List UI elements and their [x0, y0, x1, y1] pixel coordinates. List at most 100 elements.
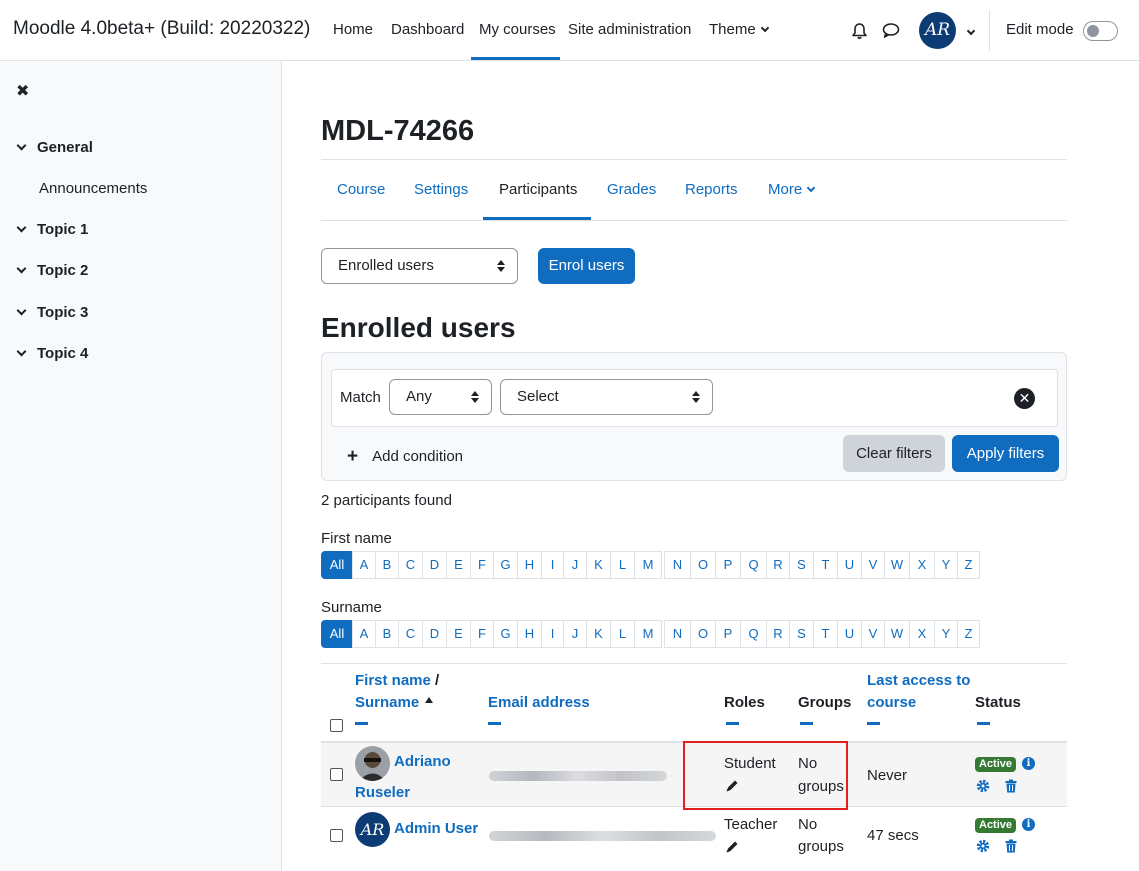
initial-letter-d[interactable]: D: [422, 551, 447, 579]
initial-letter-z[interactable]: Z: [957, 620, 980, 648]
initial-letter-k[interactable]: K: [586, 620, 611, 648]
tab-grades[interactable]: Grades: [607, 181, 656, 198]
select-all-checkbox[interactable]: [330, 719, 343, 732]
initial-all-button[interactable]: All: [321, 551, 353, 579]
row-select-checkbox[interactable]: [330, 768, 343, 781]
initial-letter-d[interactable]: D: [422, 620, 447, 648]
initial-letter-f[interactable]: F: [470, 551, 494, 579]
hide-column-icon[interactable]: [800, 722, 813, 725]
initial-letter-a[interactable]: A: [352, 551, 376, 579]
info-icon[interactable]: i: [1022, 818, 1035, 831]
initial-letter-g[interactable]: G: [493, 620, 518, 648]
initial-letter-z[interactable]: Z: [957, 551, 980, 579]
nav-dashboard[interactable]: Dashboard: [391, 21, 464, 38]
initial-letter-a[interactable]: A: [352, 620, 376, 648]
info-icon[interactable]: i: [1022, 757, 1035, 770]
initial-letter-o[interactable]: O: [690, 620, 716, 648]
initial-letter-q[interactable]: Q: [740, 620, 767, 648]
initial-letter-r[interactable]: R: [766, 620, 790, 648]
initial-letter-q[interactable]: Q: [740, 551, 767, 579]
initial-letter-v[interactable]: V: [861, 620, 885, 648]
sort-email-header[interactable]: Email address: [488, 692, 590, 714]
tab-settings[interactable]: Settings: [414, 181, 468, 198]
initial-letter-e[interactable]: E: [446, 551, 471, 579]
initial-letter-i[interactable]: I: [541, 551, 564, 579]
initial-letter-j[interactable]: J: [563, 620, 587, 648]
nav-my-courses[interactable]: My courses: [479, 21, 556, 38]
remove-condition-icon[interactable]: ✕: [1014, 388, 1035, 409]
apply-filters-button[interactable]: Apply filters: [952, 435, 1059, 472]
nav-home[interactable]: Home: [333, 21, 373, 38]
nav-site-administration[interactable]: Site administration: [568, 21, 691, 38]
sidebar-item-announcements[interactable]: Announcements: [39, 180, 147, 197]
initial-all-button[interactable]: All: [321, 620, 353, 648]
tab-more[interactable]: More: [768, 181, 816, 198]
initial-letter-c[interactable]: C: [398, 620, 423, 648]
initial-letter-s[interactable]: S: [789, 551, 814, 579]
trash-icon[interactable]: [1005, 839, 1017, 853]
initial-letter-k[interactable]: K: [586, 551, 611, 579]
nav-theme-dropdown[interactable]: Theme: [709, 21, 769, 38]
user-avatar[interactable]: AR: [919, 12, 956, 49]
notifications-bell-icon[interactable]: [851, 22, 868, 40]
user-name-link[interactable]: Admin User: [394, 818, 478, 840]
initial-letter-f[interactable]: F: [470, 620, 494, 648]
initial-letter-n[interactable]: N: [664, 551, 691, 579]
initial-letter-u[interactable]: U: [837, 551, 862, 579]
initial-letter-x[interactable]: X: [909, 551, 935, 579]
initial-letter-p[interactable]: P: [715, 551, 741, 579]
trash-icon[interactable]: [1005, 779, 1017, 793]
user-surname-link[interactable]: Ruseler: [355, 782, 410, 804]
filter-type-select[interactable]: Select: [500, 379, 713, 415]
initial-letter-x[interactable]: X: [909, 620, 935, 648]
hide-column-icon[interactable]: [355, 722, 368, 725]
edit-pencil-icon[interactable]: [725, 840, 739, 854]
initial-letter-h[interactable]: H: [517, 620, 542, 648]
initial-letter-o[interactable]: O: [690, 551, 716, 579]
sort-surname-header[interactable]: Surname: [355, 692, 434, 714]
sidebar-section-topic-3[interactable]: Topic 3: [16, 304, 88, 321]
sidebar-section-topic-2[interactable]: Topic 2: [16, 262, 88, 279]
initial-letter-e[interactable]: E: [446, 620, 471, 648]
initial-letter-g[interactable]: G: [493, 551, 518, 579]
close-drawer-icon[interactable]: ✖: [16, 81, 29, 101]
clear-filters-button[interactable]: Clear filters: [843, 435, 945, 472]
hide-column-icon[interactable]: [977, 722, 990, 725]
initial-letter-w[interactable]: W: [884, 620, 910, 648]
initial-letter-b[interactable]: B: [375, 620, 399, 648]
sidebar-section-topic-1[interactable]: Topic 1: [16, 221, 88, 238]
initial-letter-j[interactable]: J: [563, 551, 587, 579]
sidebar-section-topic-4[interactable]: Topic 4: [16, 345, 88, 362]
tab-reports[interactable]: Reports: [685, 181, 738, 198]
add-condition-button[interactable]: + Add condition: [347, 445, 463, 467]
initial-letter-y[interactable]: Y: [934, 551, 958, 579]
sort-first-name-header[interactable]: First name /: [355, 670, 439, 692]
tab-participants[interactable]: Participants: [499, 181, 577, 198]
initial-letter-p[interactable]: P: [715, 620, 741, 648]
user-name-link[interactable]: Adriano: [394, 751, 451, 773]
initial-letter-s[interactable]: S: [789, 620, 814, 648]
initial-letter-w[interactable]: W: [884, 551, 910, 579]
edit-mode-toggle[interactable]: [1083, 21, 1118, 41]
initial-letter-m[interactable]: M: [634, 551, 662, 579]
initial-letter-n[interactable]: N: [664, 620, 691, 648]
enrolled-users-select[interactable]: Enrolled users: [321, 248, 518, 284]
initial-letter-v[interactable]: V: [861, 551, 885, 579]
match-select[interactable]: Any: [389, 379, 492, 415]
site-brand[interactable]: Moodle 4.0beta+ (Build: 20220322): [13, 18, 310, 40]
initial-letter-l[interactable]: L: [610, 551, 635, 579]
initial-letter-c[interactable]: C: [398, 551, 423, 579]
initial-letter-h[interactable]: H: [517, 551, 542, 579]
sidebar-section-general[interactable]: General: [16, 139, 93, 156]
hide-column-icon[interactable]: [867, 722, 880, 725]
initial-letter-m[interactable]: M: [634, 620, 662, 648]
initial-letter-i[interactable]: I: [541, 620, 564, 648]
initial-letter-y[interactable]: Y: [934, 620, 958, 648]
row-select-checkbox[interactable]: [330, 829, 343, 842]
sort-last-access-header[interactable]: Last access to course: [867, 670, 970, 714]
tab-course[interactable]: Course: [337, 181, 385, 198]
hide-column-icon[interactable]: [726, 722, 739, 725]
messages-chat-icon[interactable]: [882, 22, 900, 39]
initial-letter-b[interactable]: B: [375, 551, 399, 579]
initial-letter-t[interactable]: T: [813, 620, 838, 648]
